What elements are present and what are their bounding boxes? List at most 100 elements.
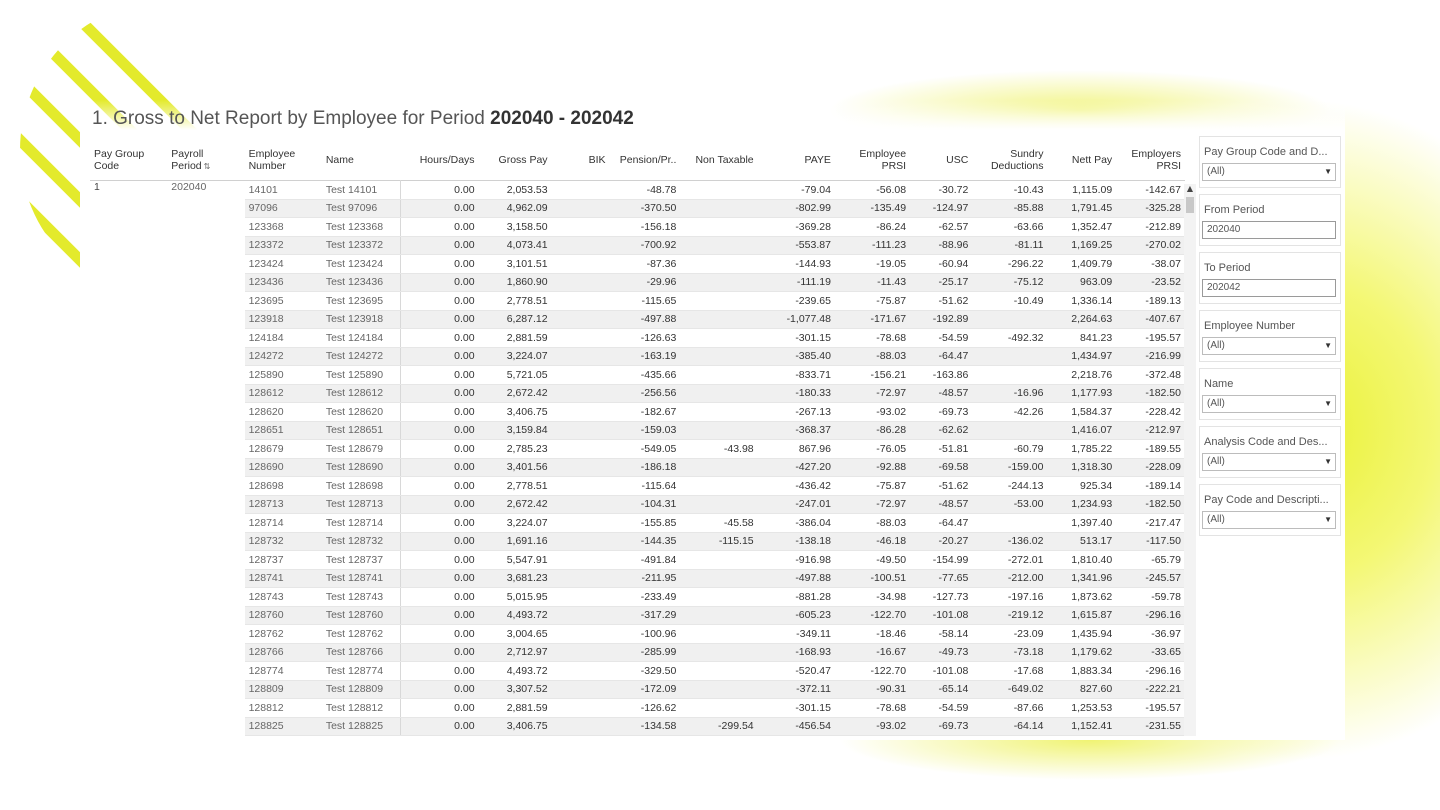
cell-bik bbox=[551, 217, 610, 237]
cell-non-taxable bbox=[680, 680, 758, 699]
table-row[interactable]: 128741 Test 128741 0.00 3,681.23 -211.95 -497… bbox=[90, 569, 1185, 588]
col-header-employers-prsi[interactable]: Employers PRSI bbox=[1116, 140, 1185, 181]
col-header-pay-group-code[interactable]: Pay Group Code bbox=[90, 140, 167, 181]
table-row[interactable]: 123436 Test 123436 0.00 1,860.90 -29.96 -111.… bbox=[90, 273, 1185, 292]
filter-dropdown[interactable]: (All) ▼ bbox=[1202, 395, 1336, 413]
cell-employee-name: Test 128766 bbox=[321, 643, 401, 662]
table-row[interactable]: 128732 Test 128732 0.00 1,691.16 -144.35 -115… bbox=[90, 532, 1185, 551]
cell-gross-pay: 3,401.56 bbox=[478, 458, 552, 477]
table-row[interactable]: 128825 Test 128825 0.00 3,406.75 -134.58 -299… bbox=[90, 717, 1185, 736]
col-header-sundry-deductions[interactable]: Sundry Deductions bbox=[972, 140, 1047, 181]
table-row[interactable]: 128743 Test 128743 0.00 5,015.95 -233.49 -881… bbox=[90, 587, 1185, 607]
gross-to-net-table: Pay Group Code Payroll Period ⇅ Employee … bbox=[90, 140, 1185, 736]
col-header-bik[interactable]: BIK bbox=[552, 140, 610, 181]
table-row[interactable]: 125890 Test 125890 0.00 5,721.05 -435.66 -833… bbox=[90, 365, 1185, 385]
chevron-down-icon[interactable]: ▼ bbox=[1324, 454, 1332, 470]
filter-dropdown[interactable]: (All) ▼ bbox=[1202, 163, 1336, 181]
table-row[interactable]: 128679 Test 128679 0.00 2,785.23 -549.05 -43.… bbox=[90, 439, 1185, 459]
vertical-scrollbar[interactable]: ▲ bbox=[1184, 184, 1196, 736]
cell-employee-name: Test 128809 bbox=[321, 680, 401, 699]
cell-employee-name: Test 128774 bbox=[321, 661, 401, 681]
filter-text-input[interactable]: 202040 bbox=[1202, 221, 1336, 239]
filter-dropdown[interactable]: (All) ▼ bbox=[1202, 453, 1336, 471]
table-row[interactable]: 123695 Test 123695 0.00 2,778.51 -115.65 -239… bbox=[90, 291, 1185, 311]
table-row[interactable]: 124184 Test 124184 0.00 2,881.59 -126.63 -301… bbox=[90, 328, 1185, 348]
cell-sundry-deductions bbox=[972, 347, 1048, 366]
cell-employee-name: Test 128679 bbox=[321, 439, 401, 459]
table-row[interactable]: 128809 Test 128809 0.00 3,307.52 -172.09 -372… bbox=[90, 680, 1185, 699]
table-row[interactable]: 128762 Test 128762 0.00 3,004.65 -100.96 -349… bbox=[90, 624, 1185, 644]
cell-employers-prsi: -38.07 bbox=[1116, 254, 1185, 274]
col-header-hours-days[interactable]: Hours/Days bbox=[400, 140, 478, 181]
sort-ascending-icon[interactable]: ⇅ bbox=[204, 162, 211, 171]
cell-employee-name: Test 123372 bbox=[321, 236, 401, 255]
filter-panel: Pay Group Code and D... (All) ▼ From Period… bbox=[1199, 136, 1341, 542]
table-row[interactable]: 128690 Test 128690 0.00 3,401.56 -186.18 -427… bbox=[90, 458, 1185, 477]
filter-text-input[interactable]: 202042 bbox=[1202, 279, 1336, 297]
cell-employee-prsi: -92.88 bbox=[834, 458, 911, 477]
cell-employee-number: 123918 bbox=[244, 310, 322, 329]
filter-dropdown[interactable]: (All) ▼ bbox=[1202, 337, 1336, 355]
table-row[interactable]: 128612 Test 128612 0.00 2,672.42 -256.56 -180… bbox=[90, 384, 1185, 403]
table-row[interactable]: 128651 Test 128651 0.00 3,159.84 -159.03 -368… bbox=[90, 421, 1185, 440]
col-header-employee-prsi[interactable]: Employee PRSI bbox=[835, 140, 910, 181]
cell-bik bbox=[551, 273, 610, 292]
col-header-gross-pay[interactable]: Gross Pay bbox=[479, 140, 552, 181]
col-header-pension[interactable]: Pension/Pr.. bbox=[610, 140, 681, 181]
cell-pension: -172.09 bbox=[609, 680, 681, 699]
table-row[interactable]: 128774 Test 128774 0.00 4,493.72 -329.50 -520… bbox=[90, 661, 1185, 681]
col-header-employee-number[interactable]: Employee Number bbox=[245, 140, 322, 181]
table-row[interactable]: 123372 Test 123372 0.00 4,073.41 -700.92 -553… bbox=[90, 236, 1185, 255]
cell-nett-pay: 1,615.87 bbox=[1047, 606, 1117, 625]
cell-employee-prsi: -86.28 bbox=[834, 421, 911, 440]
cell-pension: -159.03 bbox=[609, 421, 681, 440]
col-header-name[interactable]: Name bbox=[322, 140, 400, 181]
table-row[interactable]: 123368 Test 123368 0.00 3,158.50 -156.18 -369… bbox=[90, 217, 1185, 237]
chevron-down-icon[interactable]: ▼ bbox=[1324, 512, 1332, 528]
table-row[interactable]: 124272 Test 124272 0.00 3,224.07 -163.19 -385… bbox=[90, 347, 1185, 366]
cell-employee-number: 128713 bbox=[244, 495, 322, 514]
table-row[interactable]: 123424 Test 123424 0.00 3,101.51 -87.36 -144.… bbox=[90, 254, 1185, 274]
cell-gross-pay: 5,015.95 bbox=[478, 587, 552, 607]
col-header-nett-pay[interactable]: Nett Pay bbox=[1047, 140, 1116, 181]
cell-bik bbox=[551, 698, 610, 718]
cell-non-taxable bbox=[680, 310, 758, 329]
table-row[interactable]: 128737 Test 128737 0.00 5,547.91 -491.84 -916… bbox=[90, 550, 1185, 570]
scrollbar-thumb[interactable] bbox=[1186, 197, 1194, 213]
table-row[interactable]: 97096 Test 97096 0.00 4,962.09 -370.50 -802.9… bbox=[90, 199, 1185, 218]
table-row[interactable]: 123918 Test 123918 0.00 6,287.12 -497.88 -1,0… bbox=[90, 310, 1185, 329]
cell-employee-number: 124272 bbox=[244, 347, 322, 366]
col-header-payroll-period[interactable]: Payroll Period ⇅ bbox=[167, 140, 244, 181]
col-header-paye[interactable]: PAYE bbox=[758, 140, 835, 181]
cell-hours-days: 0.00 bbox=[400, 513, 479, 533]
cell-employee-prsi: -100.51 bbox=[834, 569, 911, 588]
scroll-up-arrow-icon[interactable]: ▲ bbox=[1184, 184, 1196, 194]
cell-gross-pay: 3,159.84 bbox=[478, 421, 552, 440]
col-header-non-taxable[interactable]: Non Taxable bbox=[680, 140, 757, 181]
cell-employee-number: 128762 bbox=[244, 624, 322, 644]
cell-employers-prsi: -212.97 bbox=[1116, 421, 1185, 440]
chevron-down-icon[interactable]: ▼ bbox=[1324, 164, 1332, 180]
table-row[interactable]: 1 202040 14101 Test 14101 0.00 2,053.53 -48.78… bbox=[90, 180, 1185, 736]
cell-paye: -385.40 bbox=[757, 347, 835, 366]
chevron-down-icon[interactable]: ▼ bbox=[1324, 396, 1332, 412]
cell-employee-prsi: -16.67 bbox=[834, 643, 911, 662]
table-row[interactable]: 128760 Test 128760 0.00 4,493.72 -317.29 -605… bbox=[90, 606, 1185, 625]
filter-dropdown[interactable]: (All) ▼ bbox=[1202, 511, 1336, 529]
cell-paye: -144.93 bbox=[757, 254, 835, 274]
chevron-down-icon[interactable]: ▼ bbox=[1324, 338, 1332, 354]
table-row[interactable]: 128714 Test 128714 0.00 3,224.07 -155.85 -45.… bbox=[90, 513, 1185, 533]
table-row[interactable]: 128812 Test 128812 0.00 2,881.59 -126.62 -301… bbox=[90, 698, 1185, 718]
cell-employee-name: Test 125890 bbox=[321, 365, 401, 385]
filter-label: Pay Code and Descripti... bbox=[1204, 494, 1329, 506]
cell-non-taxable bbox=[680, 550, 758, 570]
table-row[interactable]: 128713 Test 128713 0.00 2,672.42 -104.31 -247… bbox=[90, 495, 1185, 514]
table-row[interactable]: 128766 Test 128766 0.00 2,712.97 -285.99 -168… bbox=[90, 643, 1185, 662]
table-row[interactable]: 128620 Test 128620 0.00 3,406.75 -182.67 -267… bbox=[90, 402, 1185, 422]
col-header-usc[interactable]: USC bbox=[910, 140, 972, 181]
cell-employee-name: Test 128762 bbox=[321, 624, 401, 644]
cell-gross-pay: 3,004.65 bbox=[478, 624, 552, 644]
table-row[interactable]: 128698 Test 128698 0.00 2,778.51 -115.64 -436… bbox=[90, 476, 1185, 496]
cell-employee-name: Test 123695 bbox=[321, 291, 401, 311]
cell-employee-prsi: -171.67 bbox=[834, 310, 911, 329]
